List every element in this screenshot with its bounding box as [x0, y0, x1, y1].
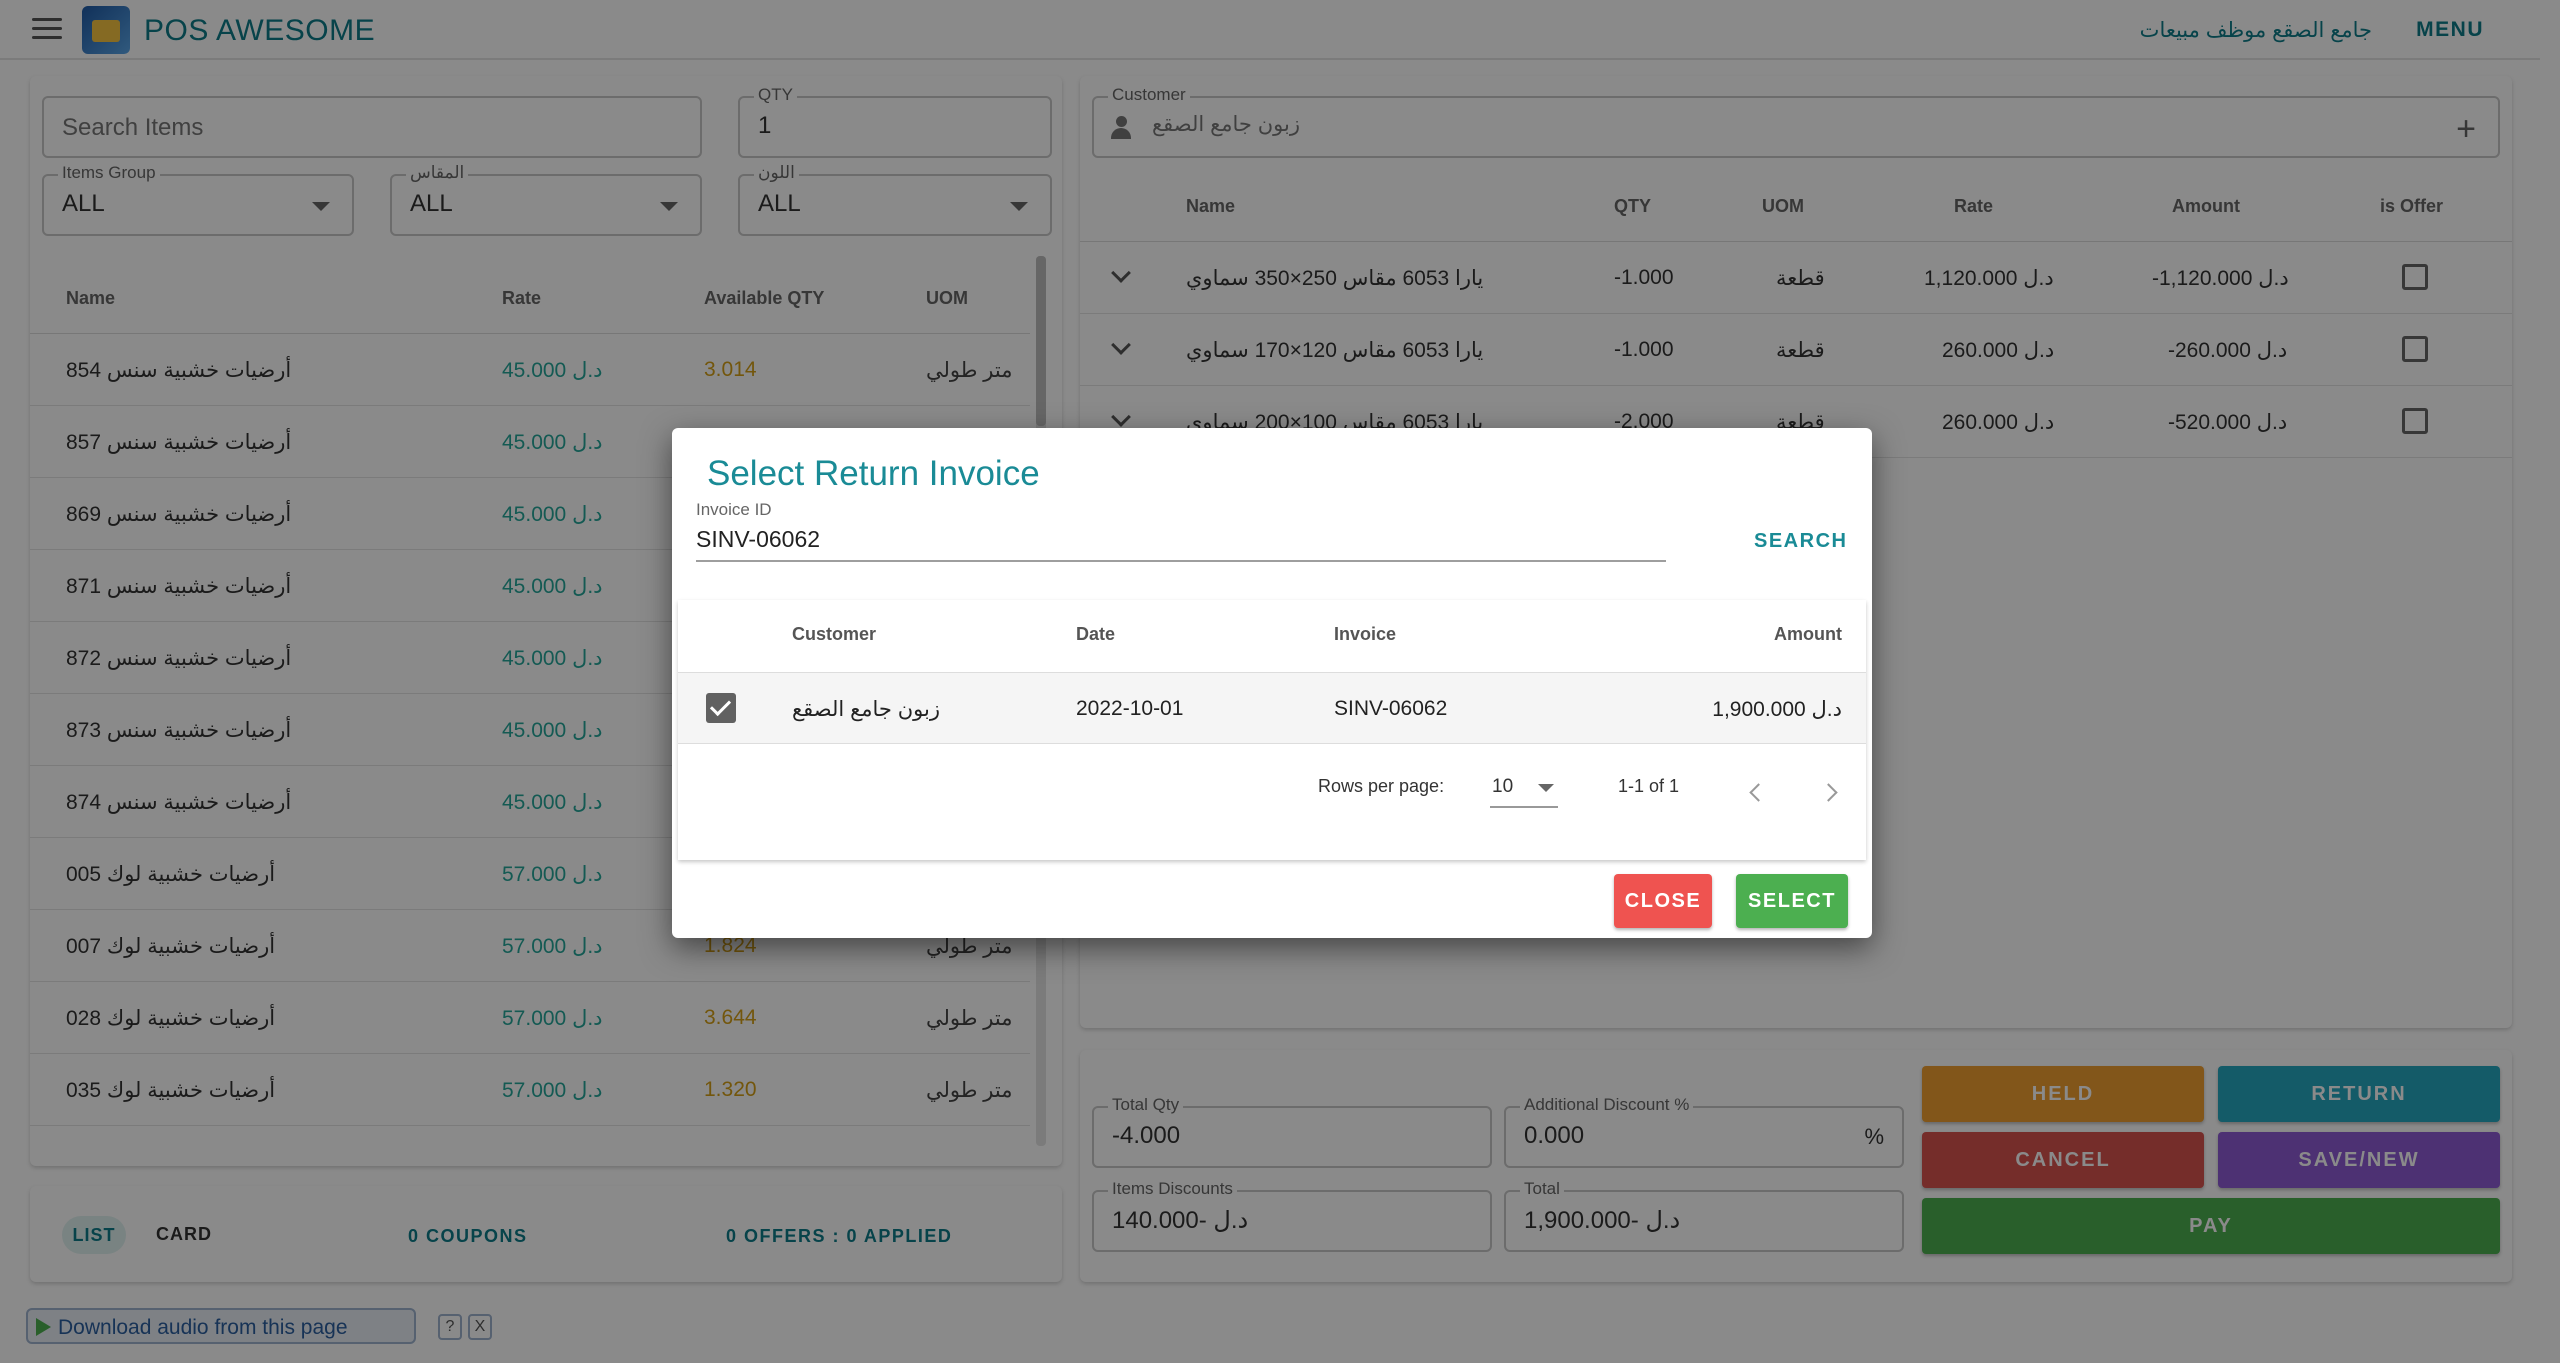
rows-per-page-value: 10: [1492, 776, 1514, 797]
column-header-invoice[interactable]: Invoice: [1334, 624, 1396, 645]
dialog-title: Select Return Invoice: [707, 454, 1040, 493]
invoice-id-label: Invoice ID: [696, 500, 772, 519]
invoice-number: SINV-06062: [1334, 697, 1448, 720]
chevron-left-icon[interactable]: [1749, 783, 1768, 802]
invoice-customer: زبون جامع الصقع: [792, 698, 940, 721]
rows-per-page-select[interactable]: 10: [1490, 768, 1558, 808]
select-return-invoice-dialog: Select Return Invoice Invoice ID SINV-06…: [672, 428, 1872, 938]
close-button[interactable]: CLOSE: [1614, 874, 1712, 928]
select-button[interactable]: SELECT: [1736, 874, 1848, 928]
table-row[interactable]: زبون جامع الصقع 2022-10-01 SINV-06062 1,…: [678, 672, 1866, 744]
invoice-table: Customer Date Invoice Amount زبون جامع ا…: [678, 600, 1866, 860]
column-header-date[interactable]: Date: [1076, 624, 1115, 645]
chevron-down-icon: [1538, 784, 1554, 792]
search-button[interactable]: SEARCH: [1754, 530, 1847, 553]
column-header-customer[interactable]: Customer: [792, 624, 876, 645]
invoice-id-underline: [696, 560, 1666, 562]
invoice-amount: 1,900.000 د.ل: [1712, 698, 1842, 721]
row-select-checkbox[interactable]: [706, 693, 736, 723]
chevron-right-icon[interactable]: [1819, 783, 1838, 802]
column-header-amount[interactable]: Amount: [1774, 624, 1842, 645]
pagination-range: 1-1 of 1: [1618, 776, 1680, 796]
invoice-id-input[interactable]: SINV-06062: [696, 526, 820, 553]
rows-per-page-label: Rows per page:: [1318, 776, 1445, 796]
invoice-date: 2022-10-01: [1076, 697, 1184, 720]
